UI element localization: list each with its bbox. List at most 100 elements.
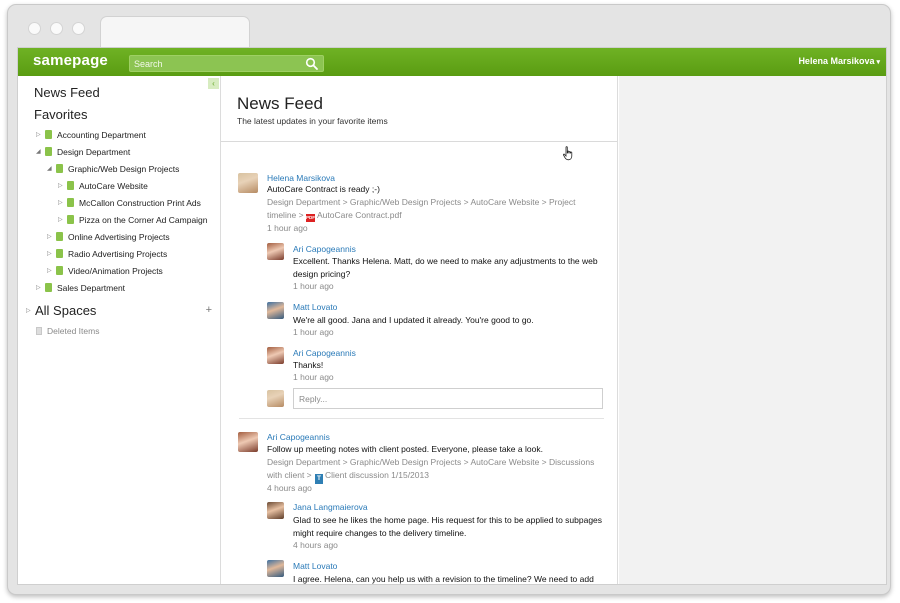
post-path: Design Department > Graphic/Web Design P…	[267, 456, 603, 484]
post-time: 1 hour ago	[267, 223, 308, 233]
all-spaces-label: All Spaces	[35, 303, 97, 318]
expand-arrow-icon[interactable]: ▷	[47, 233, 55, 240]
top-bar: samepage Helena Marsikova▾	[18, 48, 886, 76]
add-space-icon[interactable]: +	[206, 304, 212, 316]
tree-item-sales-department[interactable]: ▷ Sales Department	[18, 280, 220, 297]
comment-author[interactable]: Ari Capogeannis	[293, 244, 356, 254]
expand-arrow-icon[interactable]: ▷	[36, 131, 44, 138]
user-name: Helena Marsikova	[798, 56, 875, 66]
tree-item-label: Accounting Department	[57, 130, 146, 140]
attachment-link[interactable]: Client discussion 1/15/2013	[325, 470, 429, 480]
collapse-arrow-icon[interactable]: ◢	[47, 165, 55, 172]
tree-item-autocare-website[interactable]: ▷ AutoCare Website	[18, 178, 220, 195]
window-maximize-button[interactable]	[72, 22, 85, 35]
tree-item-label: Sales Department	[57, 283, 126, 293]
pdf-icon: PDF	[305, 213, 315, 222]
expand-arrow-icon[interactable]: ▷	[26, 307, 31, 314]
browser-window: samepage Helena Marsikova▾ ‹ News Feed F…	[7, 4, 891, 595]
tree-item-accounting-department[interactable]: ▷ Accounting Department	[18, 127, 220, 144]
collapse-arrow-icon[interactable]: ◢	[36, 148, 44, 155]
expand-arrow-icon[interactable]: ▷	[58, 199, 66, 206]
tree-item-label: Graphic/Web Design Projects	[68, 164, 180, 174]
tree-item-online-advertising-projects[interactable]: ▷ Online Advertising Projects	[18, 229, 220, 246]
right-panel	[619, 76, 886, 584]
trash-icon	[36, 327, 42, 335]
tree-item-label: AutoCare Website	[79, 181, 148, 191]
tree-item-label: Video/Animation Projects	[68, 266, 163, 276]
favorites-tree: ▷ Accounting Department ◢ Design Department…	[18, 127, 220, 297]
tree-item-mccallon-construction-print-ads[interactable]: ▷ McCallon Construction Print Ads	[18, 195, 220, 212]
browser-tab[interactable]	[100, 16, 250, 50]
folder-icon	[45, 283, 52, 292]
comment-time: 1 hour ago	[293, 372, 334, 382]
tree-item-label: Pizza on the Corner Ad Campaign	[79, 215, 208, 225]
expand-arrow-icon[interactable]: ▷	[47, 267, 55, 274]
comment-text: Excellent. Thanks Helena. Matt, do we ne…	[293, 256, 598, 279]
post-author[interactable]: Helena Marsikova	[267, 173, 335, 183]
nav-favorites-heading: Favorites	[34, 107, 88, 122]
user-menu[interactable]: Helena Marsikova ▾	[798, 56, 880, 66]
folder-icon	[56, 164, 63, 173]
expand-arrow-icon[interactable]: ▷	[58, 216, 66, 223]
nav-all-spaces[interactable]: ▷ All Spaces +	[26, 303, 212, 319]
folder-icon	[56, 249, 63, 258]
tree-item-pizza-on-the-corner-ad-campaign[interactable]: ▷ Pizza on the Corner Ad Campaign	[18, 212, 220, 229]
expand-arrow-icon[interactable]: ▷	[47, 250, 55, 257]
tree-item-label: Radio Advertising Projects	[68, 249, 168, 259]
collapse-sidebar-button[interactable]: ‹	[208, 78, 219, 89]
post-time: 4 hours ago	[267, 483, 312, 493]
comment-author[interactable]: Matt Lovato	[293, 561, 337, 571]
chevron-down-icon: ▾	[876, 59, 880, 66]
window-controls	[28, 22, 85, 35]
tree-item-radio-advertising-projects[interactable]: ▷ Radio Advertising Projects	[18, 246, 220, 263]
left-sidebar: ‹ News Feed Favorites ▷ Accounting Depart…	[18, 76, 220, 584]
avatar[interactable]	[267, 302, 284, 319]
search-input[interactable]	[130, 56, 300, 71]
reply-box[interactable]	[293, 388, 603, 409]
folder-icon	[45, 130, 52, 139]
comment-author[interactable]: Ari Capogeannis	[293, 348, 356, 358]
folder-icon	[67, 198, 74, 207]
expand-arrow-icon[interactable]: ▷	[36, 284, 44, 291]
search-box[interactable]	[129, 55, 324, 72]
avatar[interactable]	[267, 243, 284, 260]
tree-item-video-animation-projects[interactable]: ▷ Video/Animation Projects	[18, 263, 220, 280]
search-icon[interactable]	[305, 57, 319, 71]
comment-author[interactable]: Jana Langmaierova	[293, 502, 368, 512]
hand-cursor-icon	[563, 146, 573, 161]
folder-icon	[67, 215, 74, 224]
deleted-items-label: Deleted Items	[47, 326, 100, 336]
folder-icon	[45, 147, 52, 156]
app-window: samepage Helena Marsikova▾ ‹ News Feed F…	[17, 47, 887, 585]
comment-time: 1 hour ago	[293, 281, 334, 291]
expand-arrow-icon[interactable]: ▷	[58, 182, 66, 189]
main-header: News Feed The latest updates in your fav…	[221, 76, 617, 142]
post-text: AutoCare Contract is ready ;-)	[267, 184, 380, 194]
app-logo[interactable]: samepage	[33, 52, 108, 69]
window-close-button[interactable]	[28, 22, 41, 35]
tree-item-label: Online Advertising Projects	[68, 232, 170, 242]
comment-time: 1 hour ago	[293, 327, 334, 337]
avatar[interactable]	[267, 347, 284, 364]
avatar[interactable]	[267, 560, 284, 577]
tree-item-label: McCallon Construction Print Ads	[79, 198, 201, 208]
nav-news-feed[interactable]: News Feed	[34, 85, 100, 100]
attachment-link[interactable]: AutoCare Contract.pdf	[317, 210, 402, 220]
comment-author[interactable]: Matt Lovato	[293, 302, 337, 312]
comment-text: Glad to see he likes the home page. His …	[293, 515, 603, 538]
comment-text: Thanks!	[293, 360, 324, 370]
main-panel: News Feed The latest updates in your fav…	[220, 76, 618, 584]
comment-text: I agree. Helena, can you help us with a …	[293, 574, 594, 584]
post-author[interactable]: Ari Capogeannis	[267, 432, 330, 442]
avatar[interactable]	[267, 502, 284, 519]
folder-icon	[56, 266, 63, 275]
folder-icon	[56, 232, 63, 241]
avatar[interactable]	[238, 432, 258, 452]
page-subtitle: The latest updates in your favorite item…	[237, 116, 388, 126]
window-minimize-button[interactable]	[50, 22, 63, 35]
tree-item-graphic-web-design-projects[interactable]: ◢ Graphic/Web Design Projects	[18, 161, 220, 178]
comment-text: We're all good. Jana and I updated it al…	[293, 315, 534, 325]
avatar[interactable]	[238, 173, 258, 193]
reply-input[interactable]	[294, 389, 602, 409]
tree-item-design-department[interactable]: ◢ Design Department	[18, 144, 220, 161]
